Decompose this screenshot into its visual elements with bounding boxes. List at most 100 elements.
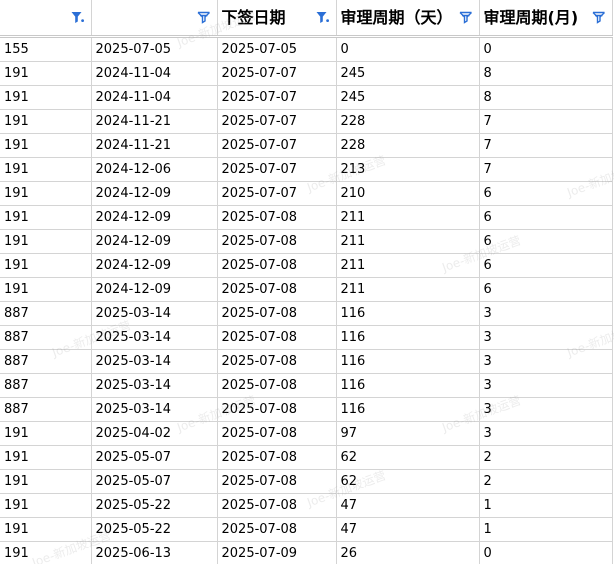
table-cell[interactable]: 2025-05-22 xyxy=(91,493,218,518)
table-cell[interactable]: 116 xyxy=(336,301,480,326)
table-cell[interactable]: 6 xyxy=(479,253,613,278)
table-cell[interactable]: 191 xyxy=(0,445,92,470)
table-cell[interactable]: 213 xyxy=(336,157,480,182)
table-cell[interactable]: 2025-07-07 xyxy=(217,85,337,110)
table-cell[interactable]: 191 xyxy=(0,157,92,182)
table-cell[interactable]: 887 xyxy=(0,397,92,422)
table-cell[interactable]: 191 xyxy=(0,541,92,564)
table-cell[interactable]: 2025-07-09 xyxy=(217,541,337,564)
table-cell[interactable]: 2025-05-22 xyxy=(91,517,218,542)
table-cell[interactable]: 2025-07-08 xyxy=(217,301,337,326)
table-cell[interactable]: 2024-12-09 xyxy=(91,253,218,278)
column-header-4[interactable]: 审理周期（天） xyxy=(336,0,480,38)
table-cell[interactable]: 62 xyxy=(336,445,480,470)
table-cell[interactable]: 62 xyxy=(336,469,480,494)
table-cell[interactable]: 2024-11-04 xyxy=(91,61,218,86)
column-header-5[interactable]: 审理周期(月) xyxy=(479,0,613,38)
table-cell[interactable]: 887 xyxy=(0,349,92,374)
table-cell[interactable]: 191 xyxy=(0,493,92,518)
table-cell[interactable]: 191 xyxy=(0,109,92,134)
table-cell[interactable]: 7 xyxy=(479,133,613,158)
table-cell[interactable]: 2024-12-09 xyxy=(91,205,218,230)
table-cell[interactable]: 211 xyxy=(336,229,480,254)
table-cell[interactable]: 6 xyxy=(479,181,613,206)
table-cell[interactable]: 2025-03-14 xyxy=(91,349,218,374)
table-cell[interactable]: 191 xyxy=(0,133,92,158)
table-cell[interactable]: 3 xyxy=(479,349,613,374)
table-cell[interactable]: 191 xyxy=(0,61,92,86)
table-cell[interactable]: 2025-07-08 xyxy=(217,325,337,350)
table-cell[interactable]: 887 xyxy=(0,373,92,398)
table-cell[interactable]: 245 xyxy=(336,61,480,86)
table-cell[interactable]: 887 xyxy=(0,325,92,350)
table-cell[interactable]: 7 xyxy=(479,157,613,182)
table-cell[interactable]: 2025-03-14 xyxy=(91,373,218,398)
table-cell[interactable]: 245 xyxy=(336,85,480,110)
table-cell[interactable]: 228 xyxy=(336,133,480,158)
table-cell[interactable]: 116 xyxy=(336,325,480,350)
table-cell[interactable]: 2025-07-08 xyxy=(217,469,337,494)
table-cell[interactable]: 116 xyxy=(336,373,480,398)
table-cell[interactable]: 191 xyxy=(0,181,92,206)
filter-button[interactable] xyxy=(69,9,87,26)
table-cell[interactable]: 2025-07-08 xyxy=(217,349,337,374)
column-header-1[interactable] xyxy=(0,0,92,38)
table-cell[interactable]: 26 xyxy=(336,541,480,564)
table-cell[interactable]: 2024-11-21 xyxy=(91,109,218,134)
table-cell[interactable]: 2025-03-14 xyxy=(91,301,218,326)
table-cell[interactable]: 191 xyxy=(0,229,92,254)
table-cell[interactable]: 2025-07-05 xyxy=(91,35,218,62)
table-cell[interactable]: 191 xyxy=(0,277,92,302)
table-cell[interactable]: 2 xyxy=(479,469,613,494)
table-cell[interactable]: 8 xyxy=(479,61,613,86)
table-cell[interactable]: 6 xyxy=(479,277,613,302)
table-cell[interactable]: 2025-07-07 xyxy=(217,133,337,158)
table-cell[interactable]: 116 xyxy=(336,349,480,374)
table-cell[interactable]: 8 xyxy=(479,85,613,110)
table-cell[interactable]: 191 xyxy=(0,421,92,446)
table-cell[interactable]: 3 xyxy=(479,301,613,326)
table-cell[interactable]: 116 xyxy=(336,397,480,422)
table-cell[interactable]: 2024-12-09 xyxy=(91,229,218,254)
table-cell[interactable]: 210 xyxy=(336,181,480,206)
table-cell[interactable]: 2025-04-02 xyxy=(91,421,218,446)
table-cell[interactable]: 47 xyxy=(336,493,480,518)
filter-button[interactable] xyxy=(457,9,475,26)
table-cell[interactable]: 191 xyxy=(0,205,92,230)
table-cell[interactable]: 2025-07-08 xyxy=(217,373,337,398)
table-cell[interactable]: 2024-12-09 xyxy=(91,181,218,206)
table-cell[interactable]: 3 xyxy=(479,325,613,350)
table-cell[interactable]: 211 xyxy=(336,277,480,302)
table-cell[interactable]: 7 xyxy=(479,109,613,134)
table-cell[interactable]: 0 xyxy=(479,35,613,62)
table-cell[interactable]: 2025-07-08 xyxy=(217,445,337,470)
table-cell[interactable]: 887 xyxy=(0,301,92,326)
table-cell[interactable]: 2025-07-08 xyxy=(217,517,337,542)
table-cell[interactable]: 2025-05-07 xyxy=(91,445,218,470)
table-cell[interactable]: 2025-05-07 xyxy=(91,469,218,494)
table-cell[interactable]: 2025-07-08 xyxy=(217,493,337,518)
filter-button[interactable] xyxy=(314,9,332,26)
table-cell[interactable]: 2024-12-09 xyxy=(91,277,218,302)
table-cell[interactable]: 191 xyxy=(0,517,92,542)
table-cell[interactable]: 1 xyxy=(479,517,613,542)
table-cell[interactable]: 2025-07-07 xyxy=(217,181,337,206)
filter-button[interactable] xyxy=(590,9,608,26)
table-cell[interactable]: 6 xyxy=(479,229,613,254)
table-cell[interactable]: 2 xyxy=(479,445,613,470)
filter-button[interactable] xyxy=(195,9,213,26)
table-cell[interactable]: 47 xyxy=(336,517,480,542)
table-cell[interactable]: 191 xyxy=(0,469,92,494)
table-cell[interactable]: 2024-11-21 xyxy=(91,133,218,158)
table-cell[interactable]: 2025-07-08 xyxy=(217,277,337,302)
table-cell[interactable]: 2025-07-07 xyxy=(217,109,337,134)
table-cell[interactable]: 0 xyxy=(336,35,480,62)
table-cell[interactable]: 2024-12-06 xyxy=(91,157,218,182)
table-cell[interactable]: 2025-07-08 xyxy=(217,229,337,254)
table-cell[interactable]: 2025-07-08 xyxy=(217,421,337,446)
column-header-2[interactable] xyxy=(91,0,218,38)
table-cell[interactable]: 2025-07-08 xyxy=(217,205,337,230)
column-header-3[interactable]: 下签日期 xyxy=(217,0,337,38)
table-cell[interactable]: 97 xyxy=(336,421,480,446)
table-cell[interactable]: 2025-07-07 xyxy=(217,157,337,182)
